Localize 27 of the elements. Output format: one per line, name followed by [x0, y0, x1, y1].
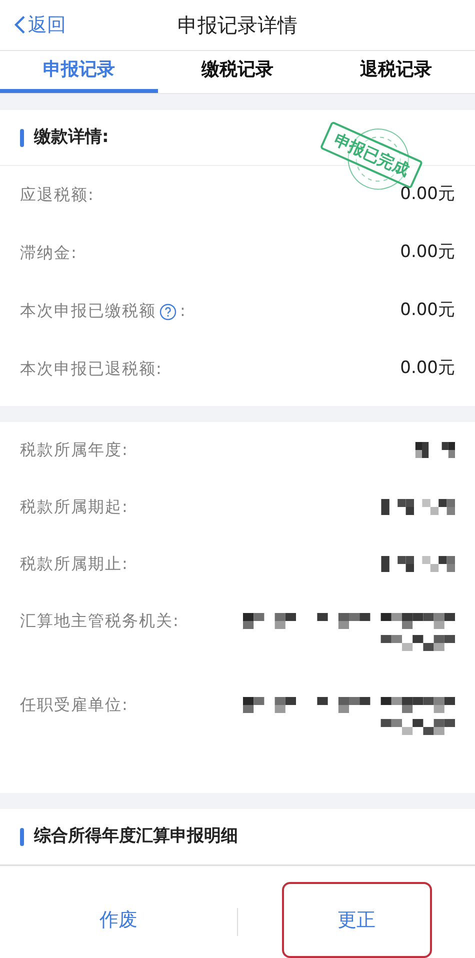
page-title: 申报记录详情: [178, 12, 298, 39]
field-label: 税款所属期止:: [20, 553, 128, 575]
section-marker: [20, 128, 24, 146]
section-title: 缴款详情:: [34, 126, 109, 149]
field-label: 本次申报已退税额:: [20, 358, 162, 380]
field-label: 税款所属期起:: [20, 496, 128, 518]
action-button[interactable]: 更正: [282, 882, 432, 958]
tab[interactable]: 申报记录: [0, 50, 158, 93]
field-label: 本次申报已缴税额: [20, 300, 156, 322]
tab[interactable]: 缴税记录: [158, 50, 317, 93]
section-marker: [20, 828, 24, 846]
amount-value: 0.00元: [400, 183, 455, 206]
action-button[interactable]: 作废: [44, 882, 194, 958]
chevron-left-icon: [14, 14, 26, 35]
field-label: 税款所属年度:: [20, 439, 128, 461]
field-label: 应退税额:: [20, 184, 94, 206]
field-label: 汇算地主管税务机关:: [20, 610, 180, 632]
back-button[interactable]: 返回: [14, 10, 66, 40]
field-label: 滞纳金:: [20, 242, 78, 264]
redacted-value-drawing: [415, 442, 455, 458]
section-title: 综合所得年度汇算申报明细: [34, 824, 238, 848]
amount-value: 0.00元: [400, 241, 455, 264]
amount-value: 0.00元: [400, 357, 455, 380]
colon-label: :: [180, 300, 186, 322]
tab[interactable]: 退税记录: [316, 50, 475, 93]
amount-value: 0.00元: [400, 299, 455, 322]
field-label: 任职受雇单位:: [20, 694, 128, 716]
